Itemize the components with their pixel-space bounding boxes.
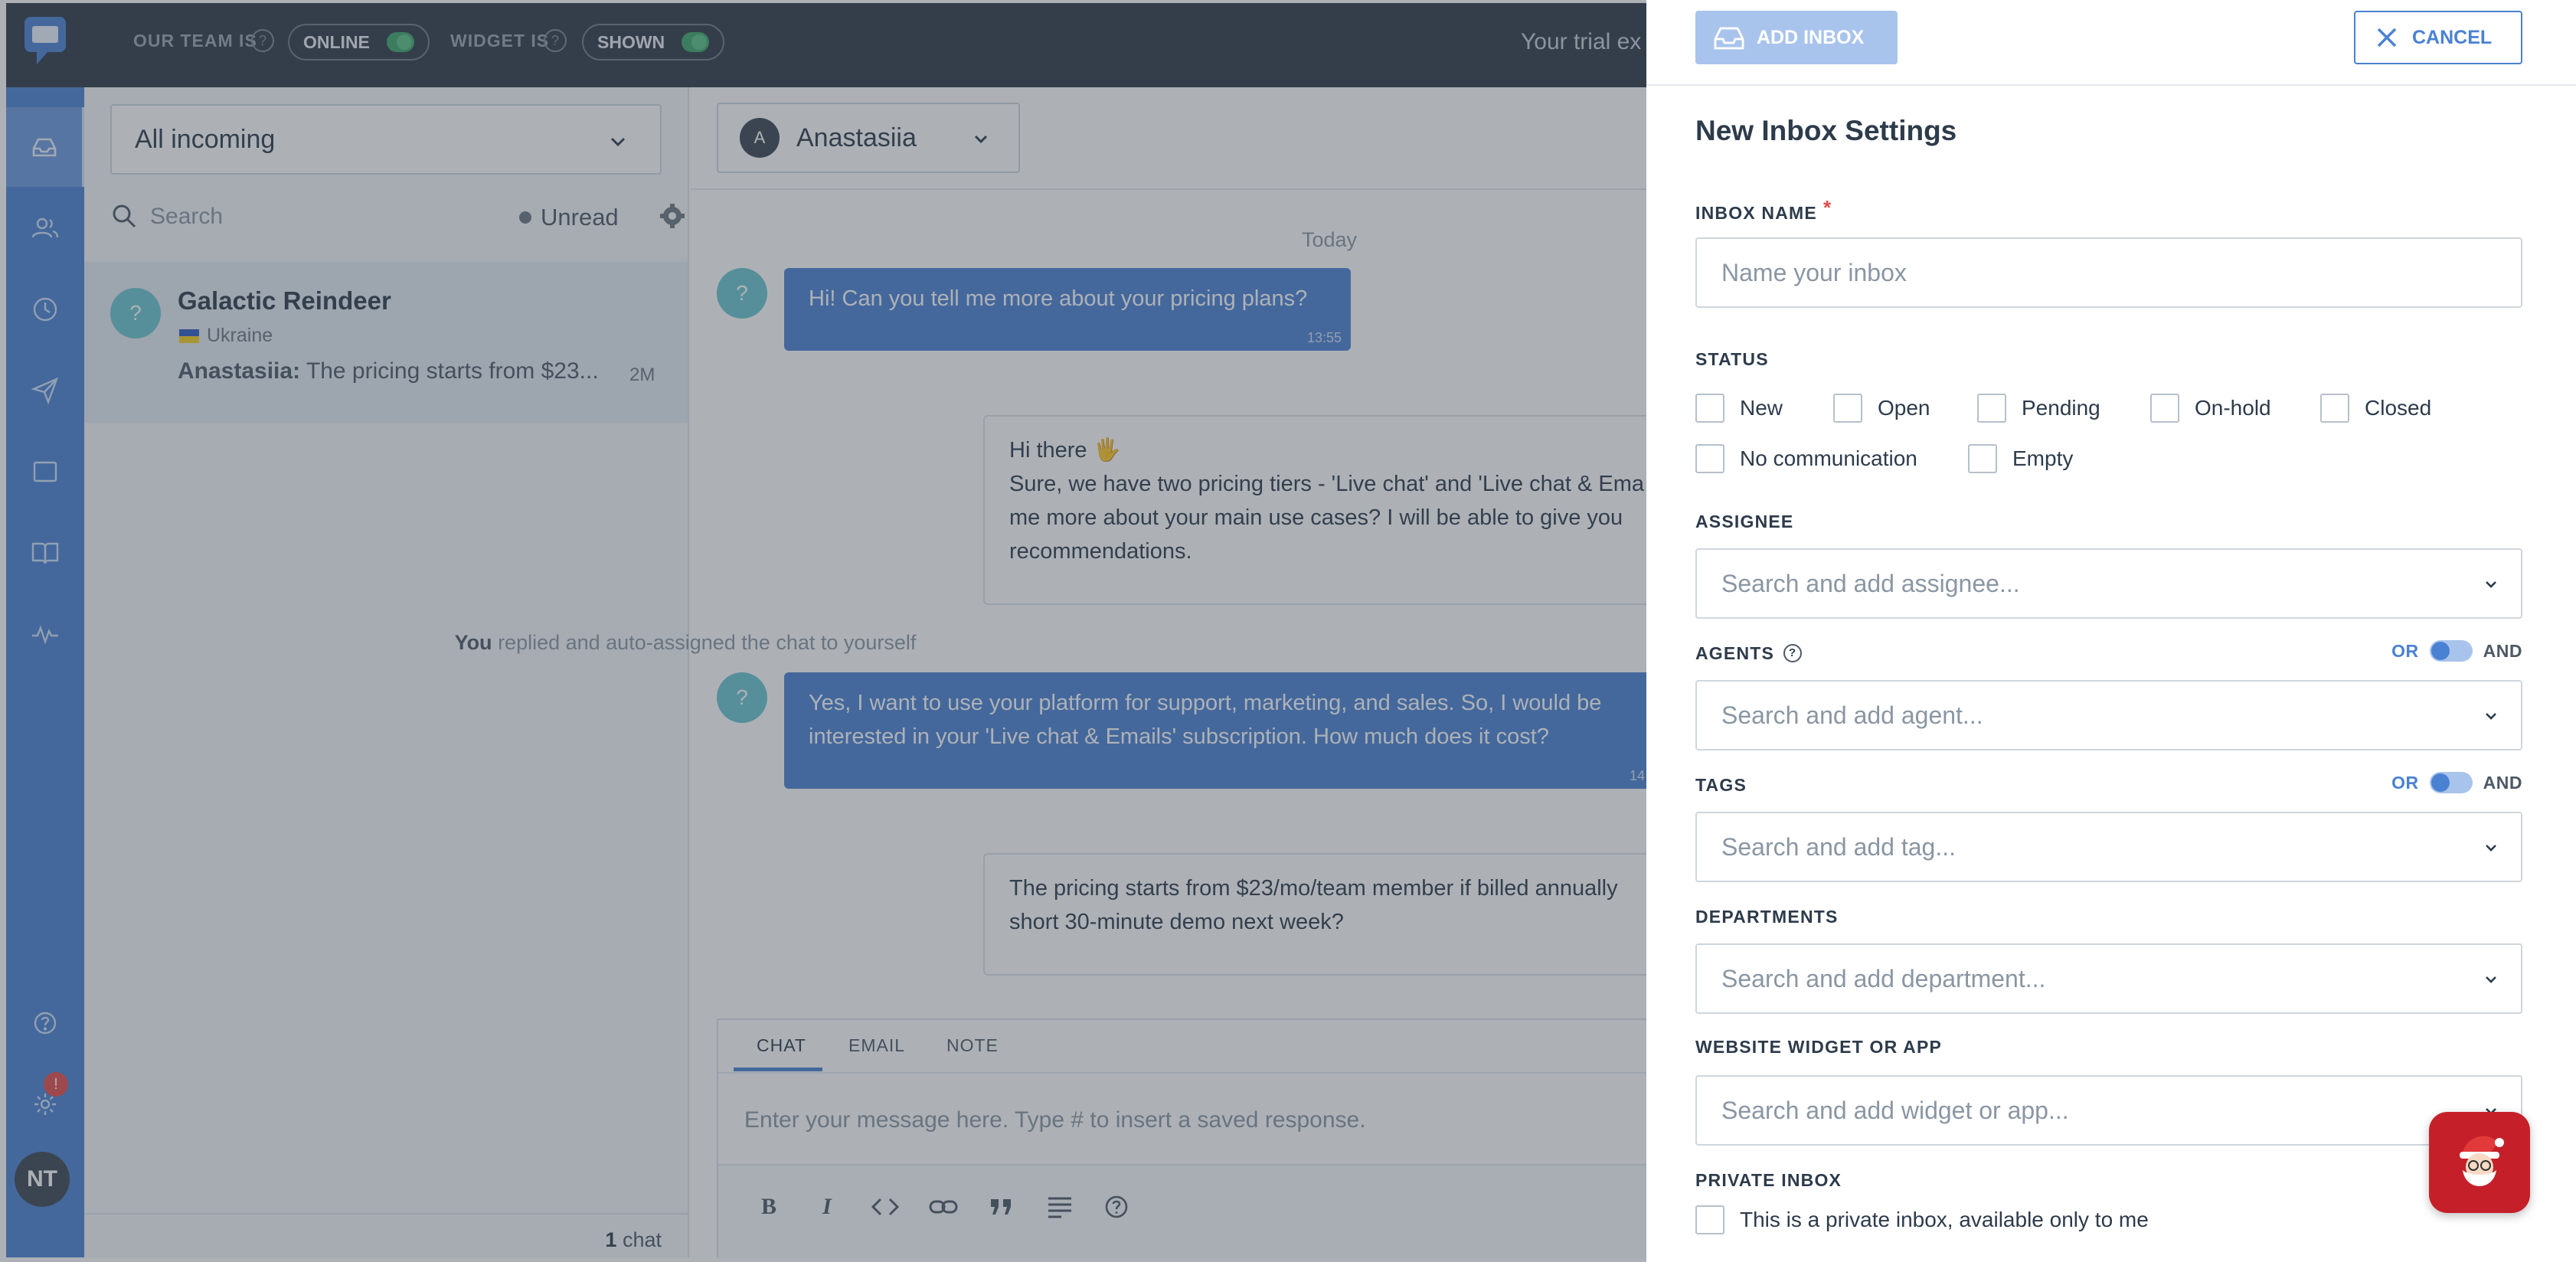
status-checkbox-new[interactable]: New xyxy=(1695,394,1783,423)
panel-header: ADD INBOX CANCEL xyxy=(1646,0,2576,86)
widget-placeholder: Search and add widget or app... xyxy=(1721,1096,2069,1124)
status-checkbox-open[interactable]: Open xyxy=(1833,394,1930,423)
widget-select[interactable]: Search and add widget or app... xyxy=(1695,1075,2522,1146)
tags-label: TAGS xyxy=(1695,775,1747,795)
status-checkbox-closed[interactable]: Closed xyxy=(2320,394,2431,423)
agents-or-and-toggle[interactable]: OR AND xyxy=(2391,640,2522,662)
inbox-name-label-text: INBOX NAME xyxy=(1695,203,1817,223)
status-checkbox-pending[interactable]: Pending xyxy=(1977,394,2100,423)
checkbox-icon xyxy=(2150,394,2179,423)
agents-help-icon[interactable]: ? xyxy=(1783,643,1803,662)
and-label: AND xyxy=(2483,772,2522,793)
inbox-name-label: INBOX NAME * xyxy=(1695,196,1832,224)
departments-placeholder: Search and add department... xyxy=(1721,964,2046,992)
panel-title: New Inbox Settings xyxy=(1695,115,1957,146)
chevron-down-icon xyxy=(2486,713,2496,720)
checkbox-icon xyxy=(2320,394,2349,423)
checkbox-icon xyxy=(1695,1205,1724,1234)
chevron-down-icon xyxy=(2486,845,2496,852)
add-inbox-button[interactable]: ADD INBOX xyxy=(1695,11,1898,64)
toggle-switch-icon xyxy=(2429,640,2473,662)
assignee-placeholder: Search and add assignee... xyxy=(1721,569,2020,597)
private-inbox-checkbox[interactable]: This is a private inbox, available only … xyxy=(1695,1205,2149,1234)
status-checkbox-empty[interactable]: Empty xyxy=(1968,444,2073,473)
status-option-label: Closed xyxy=(2365,396,2432,420)
agents-label-text: AGENTS xyxy=(1695,643,1775,663)
status-label: STATUS xyxy=(1695,349,1769,369)
checkbox-icon xyxy=(1833,394,1862,423)
or-label: OR xyxy=(2391,640,2419,661)
add-inbox-label: ADD INBOX xyxy=(1757,26,1865,48)
checkbox-icon xyxy=(1968,444,1997,473)
status-checkbox-no-communication[interactable]: No communication xyxy=(1695,444,1917,473)
status-option-label: On-hold xyxy=(2195,396,2271,420)
close-icon xyxy=(2377,28,2397,47)
app-window: ! NT OUR TEAM IS ? ONLINE WIDGET IS ? SH… xyxy=(0,0,2576,1262)
cancel-label: CANCEL xyxy=(2412,26,2493,48)
tags-select[interactable]: Search and add tag... xyxy=(1695,812,2522,882)
toggle-switch-icon xyxy=(2429,772,2473,793)
assignee-label: ASSIGNEE xyxy=(1695,512,1794,531)
assignee-select[interactable]: Search and add assignee... xyxy=(1695,548,2522,619)
status-option-label: Pending xyxy=(2022,396,2100,420)
new-inbox-panel: ADD INBOX CANCEL New Inbox Settings INBO… xyxy=(1646,0,2576,1262)
status-option-label: New xyxy=(1740,396,1783,420)
and-label: AND xyxy=(2483,640,2522,661)
status-option-label: Open xyxy=(1878,396,1930,420)
chat-widget-launcher[interactable] xyxy=(2429,1112,2530,1213)
or-label: OR xyxy=(2391,772,2419,793)
agents-select[interactable]: Search and add agent... xyxy=(1695,680,2522,750)
chevron-down-icon xyxy=(2486,581,2496,588)
status-option-label: Empty xyxy=(2012,446,2074,470)
departments-label: DEPARTMENTS xyxy=(1695,907,1839,927)
inbox-name-input[interactable]: Name your inbox xyxy=(1695,237,2522,308)
status-checkbox-on-hold[interactable]: On-hold xyxy=(2150,394,2271,423)
agents-label: AGENTS? xyxy=(1695,643,1803,664)
widget-label: WEBSITE WIDGET OR APP xyxy=(1695,1037,1943,1057)
required-marker: * xyxy=(1822,196,1832,219)
chevron-down-icon xyxy=(2486,976,2496,983)
status-option-label: No communication xyxy=(1740,446,1917,470)
checkbox-icon xyxy=(1695,444,1724,473)
departments-select[interactable]: Search and add department... xyxy=(1695,943,2522,1014)
inbox-icon xyxy=(1714,27,1744,50)
tags-placeholder: Search and add tag... xyxy=(1721,832,1956,861)
checkbox-icon xyxy=(1977,394,2006,423)
checkbox-icon xyxy=(1695,394,1724,423)
modal-backdrop[interactable] xyxy=(0,0,1646,1262)
private-inbox-text: This is a private inbox, available only … xyxy=(1740,1208,2149,1231)
agents-placeholder: Search and add agent... xyxy=(1721,701,1983,729)
santa-mascot-icon xyxy=(2460,1136,2504,1186)
private-inbox-label: PRIVATE INBOX xyxy=(1695,1170,1842,1190)
cancel-button[interactable]: CANCEL xyxy=(2354,11,2522,64)
tags-or-and-toggle[interactable]: OR AND xyxy=(2391,772,2522,793)
